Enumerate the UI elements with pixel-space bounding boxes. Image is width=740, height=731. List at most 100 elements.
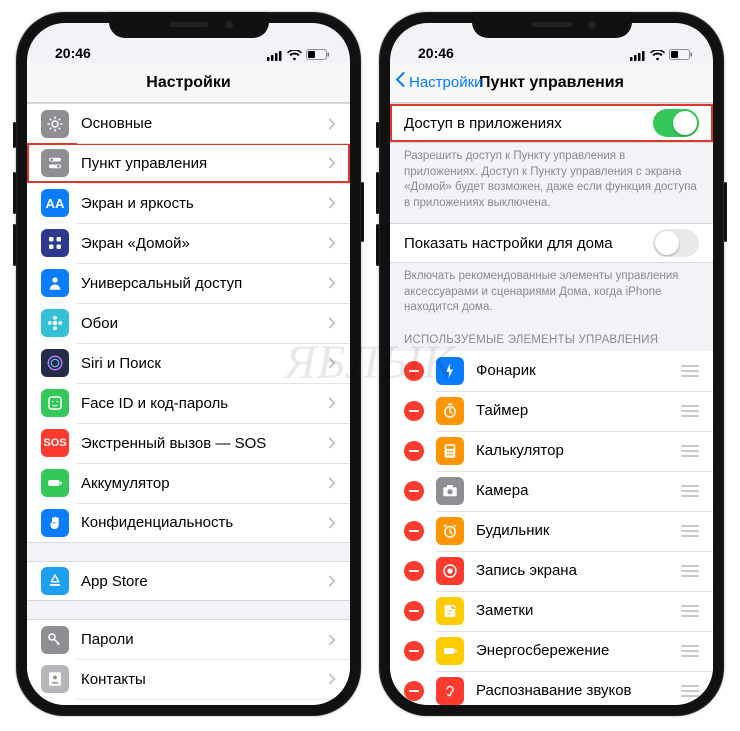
settings-row[interactable]: Аккумулятор [27,463,350,503]
row-label: Face ID и код-пароль [81,395,326,412]
row-label: Универсальный доступ [81,275,326,292]
drag-handle-icon[interactable] [681,685,699,697]
row-home-controls[interactable]: Показать настройки для дома [390,223,713,263]
navbar: Настройки [27,63,350,103]
row-label: Экстренный вызов — SOS [81,435,326,452]
leaf-icon [436,637,464,665]
battery-icon [669,49,693,61]
person-icon [41,269,69,297]
drag-handle-icon[interactable] [681,605,699,617]
grid-icon [41,229,69,257]
battery-icon [306,49,330,61]
settings-row[interactable]: App Store [27,561,350,601]
control-row[interactable]: Заметки [390,591,713,631]
settings-row[interactable]: Основные [27,103,350,143]
control-row[interactable]: Распознавание звуков [390,671,713,705]
settings-row[interactable]: 3Календарь [27,699,350,705]
key-icon [41,626,69,654]
drag-handle-icon[interactable] [681,485,699,497]
back-button[interactable]: Настройки [396,63,483,102]
hand-icon [41,509,69,537]
control-row[interactable]: Фонарик [390,351,713,391]
settings-row[interactable]: Пароли [27,619,350,659]
chevron-right-icon [324,517,335,528]
settings-row[interactable]: Siri и Поиск [27,343,350,383]
control-row[interactable]: Камера [390,471,713,511]
cell-signal-icon [267,50,283,61]
remove-button[interactable] [404,681,424,701]
gear-icon [41,110,69,138]
control-label: Фонарик [476,362,681,379]
control-row[interactable]: Калькулятор [390,431,713,471]
control-row[interactable]: Таймер [390,391,713,431]
settings-row[interactable]: Экран «Домой» [27,223,350,263]
control-label: Заметки [476,602,681,619]
remove-button[interactable] [404,561,424,581]
control-row[interactable]: Запись экрана [390,551,713,591]
row-label: Доступ в приложениях [404,115,653,132]
chevron-left-icon [396,74,407,92]
chevron-right-icon [324,437,335,448]
control-label: Камера [476,482,681,499]
camera-icon [436,477,464,505]
chevron-right-icon [324,634,335,645]
battery-icon [41,469,69,497]
control-label: Калькулятор [476,442,681,459]
settings-row[interactable]: AAЭкран и яркость [27,183,350,223]
toggle-home[interactable] [653,229,699,257]
control-label: Таймер [476,402,681,419]
row-label: Обои [81,315,326,332]
row-label: Siri и Поиск [81,355,326,372]
record-icon [436,557,464,585]
row-access-in-apps[interactable]: Доступ в приложениях [390,103,713,143]
settings-row[interactable]: Face ID и код-пароль [27,383,350,423]
chevron-right-icon [324,197,335,208]
calc-icon [436,437,464,465]
drag-handle-icon[interactable] [681,565,699,577]
control-row[interactable]: Энергосбережение [390,631,713,671]
remove-button[interactable] [404,521,424,541]
drag-handle-icon[interactable] [681,445,699,457]
settings-row[interactable]: Конфиденциальность [27,503,350,543]
notch [109,12,269,38]
ear-icon [436,677,464,705]
contacts-icon [41,665,69,693]
row-label: Конфиденциальность [81,514,326,531]
control-label: Распознавание звуков [476,682,681,699]
chevron-right-icon [324,397,335,408]
remove-button[interactable] [404,481,424,501]
control-label: Запись экрана [476,562,681,579]
remove-button[interactable] [404,601,424,621]
settings-row[interactable]: Пункт управления [27,143,350,183]
remove-button[interactable] [404,361,424,381]
drag-handle-icon[interactable] [681,525,699,537]
cell-signal-icon [630,50,646,61]
remove-button[interactable] [404,441,424,461]
settings-row[interactable]: Универсальный доступ [27,263,350,303]
status-time: 20:46 [410,45,630,61]
remove-button[interactable] [404,641,424,661]
settings-row[interactable]: SOS Экстренный вызов — SOS [27,423,350,463]
row-label: Показать настройки для дома [404,235,653,252]
appstore-icon [41,567,69,595]
aa-icon: AA [41,189,69,217]
drag-handle-icon[interactable] [681,405,699,417]
row-label: Экран «Домой» [81,235,326,252]
notch [472,12,632,38]
control-label: Энергосбережение [476,642,681,659]
control-row[interactable]: Будильник [390,511,713,551]
settings-row[interactable]: Обои [27,303,350,343]
chevron-right-icon [324,157,335,168]
sos-icon: SOS [41,429,69,457]
footer-access: Разрешить доступ к Пункту управления в п… [390,143,713,215]
toggle-access[interactable] [653,109,699,137]
chevron-right-icon [324,477,335,488]
row-label: Пункт управления [81,155,326,172]
remove-button[interactable] [404,401,424,421]
drag-handle-icon[interactable] [681,645,699,657]
phone-right: 20:46 Настройки Пункт управления [379,12,724,716]
settings-row[interactable]: Контакты [27,659,350,699]
drag-handle-icon[interactable] [681,365,699,377]
chevron-right-icon [324,575,335,586]
flower-icon [41,309,69,337]
